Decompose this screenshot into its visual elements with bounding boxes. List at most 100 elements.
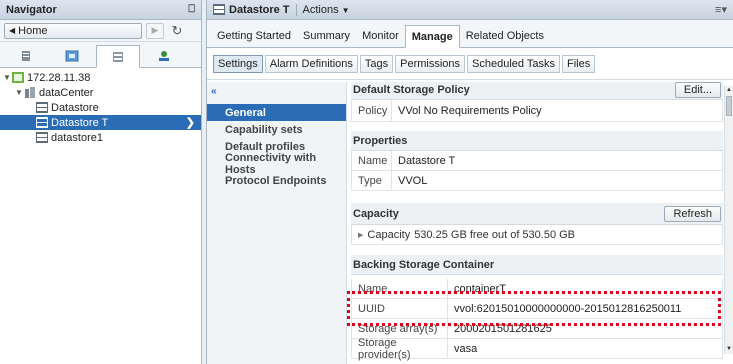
datastore-icon — [36, 117, 48, 128]
tree-item-datacenter[interactable]: ▼ dataCenter — [0, 85, 201, 100]
leftnav-capability-sets[interactable]: Capability sets — [207, 121, 346, 138]
policy-row: Policy VVol No Requirements Policy — [351, 100, 723, 122]
inventory-tree: ▼ 172.28.11.38 ▼ dataCenter Datastore Da… — [0, 68, 201, 145]
policy-key: Policy — [352, 100, 392, 121]
property-row: Type VVOL — [351, 171, 723, 191]
tab-related-objects[interactable]: Related Objects — [460, 25, 550, 47]
chevron-down-icon: ▼ — [341, 5, 350, 15]
forward-button[interactable]: ▶ — [146, 22, 164, 39]
capacity-value: 530.25 GB free out of 530.50 GB — [414, 228, 576, 241]
property-value: VVOL — [398, 174, 428, 187]
navigator-tabs — [0, 42, 201, 68]
sub-tabs: Settings Alarm Definitions Tags Permissi… — [207, 48, 733, 80]
scroll-up-icon[interactable]: ▲ — [725, 86, 733, 95]
backing-key: Storage provider(s) — [352, 337, 448, 361]
tree-item-datastore-t[interactable]: Datastore T ❯ — [0, 115, 201, 130]
policy-value: VVol No Requirements Policy — [398, 104, 542, 117]
leftnav-protocol-endpoints[interactable]: Protocol Endpoints — [207, 172, 346, 189]
back-arrow-icon: ◀ — [9, 26, 16, 35]
object-title-label: Datastore T — [229, 3, 290, 16]
datastore-icon — [36, 132, 48, 143]
leftnav-general[interactable]: General — [207, 104, 346, 121]
tree-item-label: 172.28.11.38 — [27, 71, 91, 84]
datastore-icon — [213, 4, 225, 15]
tree-item-datastore[interactable]: Datastore — [0, 100, 201, 115]
refresh-button[interactable]: Refresh — [664, 205, 721, 222]
subtab-permissions[interactable]: Permissions — [395, 54, 466, 73]
hosts-clusters-tab[interactable] — [4, 45, 48, 67]
subtab-files[interactable]: Files — [562, 54, 596, 73]
capacity-row[interactable]: ▶ Capacity 530.25 GB free out of 530.50 … — [351, 225, 723, 245]
collapse-icon[interactable]: « — [207, 86, 346, 104]
vertical-scrollbar[interactable]: ▲ ▼ — [724, 86, 733, 354]
section-title: Capacity — [353, 207, 399, 220]
scroll-down-icon[interactable]: ▼ — [725, 345, 733, 354]
datastore-icon — [36, 102, 48, 113]
hosts-icon — [22, 51, 30, 61]
subtab-settings[interactable]: Settings — [213, 54, 263, 73]
tab-summary[interactable]: Summary — [297, 25, 356, 47]
navigator-panel: Navigator ⎕ ◀ Home ▶ ↻ ▼ 172.28.11.38 ▼ — [0, 0, 202, 364]
expand-toggle-icon[interactable]: ▼ — [14, 88, 24, 97]
actions-menu[interactable]: Actions ▼ — [303, 4, 350, 16]
actions-label: Actions — [302, 3, 339, 16]
navigator-title: Navigator — [6, 3, 57, 16]
tree-item-label: dataCenter — [39, 86, 94, 99]
backing-value: vasa — [454, 342, 478, 355]
storage-tab[interactable] — [96, 45, 140, 68]
expand-arrow-icon[interactable]: ▶ — [358, 231, 363, 239]
tab-monitor[interactable]: Monitor — [356, 25, 405, 47]
backing-value: 2000201501281625 — [454, 322, 552, 335]
tree-item-label: datastore1 — [51, 131, 103, 144]
tree-item-host[interactable]: ▼ 172.28.11.38 — [0, 70, 201, 85]
property-key: Name — [352, 151, 392, 170]
section-title: Default Storage Policy — [353, 83, 470, 96]
scroll-thumb[interactable] — [726, 96, 732, 116]
tree-item-datastore1[interactable]: datastore1 — [0, 130, 201, 145]
settings-left-nav: « General Capability sets Default profil… — [207, 82, 347, 364]
tree-item-label: Datastore T — [51, 116, 109, 129]
expand-toggle-icon[interactable]: ▼ — [2, 73, 12, 82]
general-details: Default Storage Policy Edit... Policy VV… — [351, 82, 723, 364]
vcenter-icon — [12, 72, 24, 83]
pin-icon[interactable]: ⎕ — [188, 3, 195, 16]
backing-key: UUID — [352, 299, 448, 318]
history-icon[interactable]: ↻ — [168, 23, 186, 39]
tree-item-label: Datastore — [51, 101, 99, 114]
subtab-scheduled-tasks[interactable]: Scheduled Tasks — [467, 54, 561, 73]
vms-icon — [65, 50, 79, 62]
backing-key: Storage array(s) — [352, 319, 448, 338]
tab-manage[interactable]: Manage — [404, 25, 460, 48]
property-key: Type — [352, 171, 392, 190]
backing-value: containerT — [454, 282, 506, 295]
default-storage-policy-header: Default Storage Policy Edit... — [351, 82, 723, 100]
datacenter-icon — [25, 87, 35, 98]
backing-row: Name containerT — [351, 279, 723, 299]
leftnav-connectivity-with-hosts[interactable]: Connectivity with Hosts — [207, 152, 346, 176]
navigator-home-row: ◀ Home ▶ ↻ — [0, 20, 201, 42]
settings-content: « General Capability sets Default profil… — [207, 82, 733, 364]
networking-tab[interactable] — [142, 45, 186, 67]
network-icon — [159, 51, 169, 61]
section-title: Properties — [353, 134, 408, 147]
forward-arrow-icon: ▶ — [151, 25, 159, 35]
properties-header: Properties — [351, 131, 723, 151]
home-button-label: Home — [18, 24, 48, 37]
edit-button[interactable]: Edit... — [674, 82, 721, 98]
chevron-right-icon[interactable]: ❯ — [186, 116, 195, 129]
object-header: Datastore T Actions ▼ ≡▾ — [207, 0, 733, 20]
subtab-alarm-definitions[interactable]: Alarm Definitions — [264, 54, 358, 73]
backing-key: Name — [352, 279, 448, 298]
home-back-button[interactable]: ◀ Home — [4, 22, 142, 39]
tab-getting-started[interactable]: Getting Started — [211, 25, 297, 47]
capacity-header: Capacity Refresh — [351, 203, 723, 225]
subtab-tags[interactable]: Tags — [359, 54, 394, 73]
top-tabs: Getting Started Summary Monitor Manage R… — [207, 20, 733, 48]
vms-templates-tab[interactable] — [50, 45, 94, 67]
section-title: Backing Storage Container — [353, 258, 495, 271]
property-value: Datastore T — [398, 154, 456, 167]
header-menu-icon[interactable]: ≡▾ — [715, 3, 727, 16]
navigator-header: Navigator ⎕ — [0, 0, 201, 20]
object-title: Datastore T — [213, 3, 297, 16]
storage-icon — [113, 51, 123, 62]
